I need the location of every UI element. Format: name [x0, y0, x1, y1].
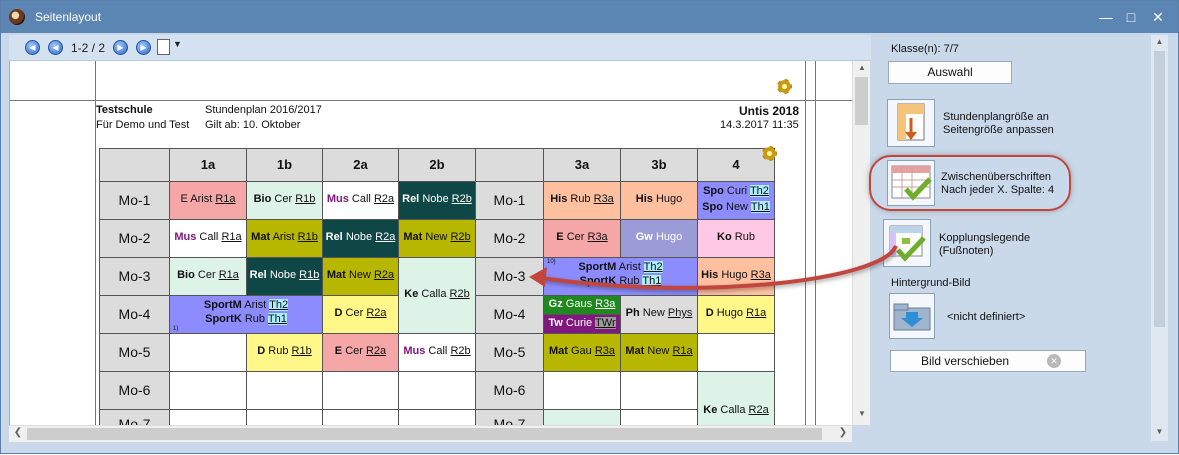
seitenlayout-window: Seitenlayout — □ ✕ ◀ ◀ 1-2 / 2 ▶ ▶ ▼ Tes… [0, 0, 1179, 454]
annotation-arrow [529, 244, 898, 290]
